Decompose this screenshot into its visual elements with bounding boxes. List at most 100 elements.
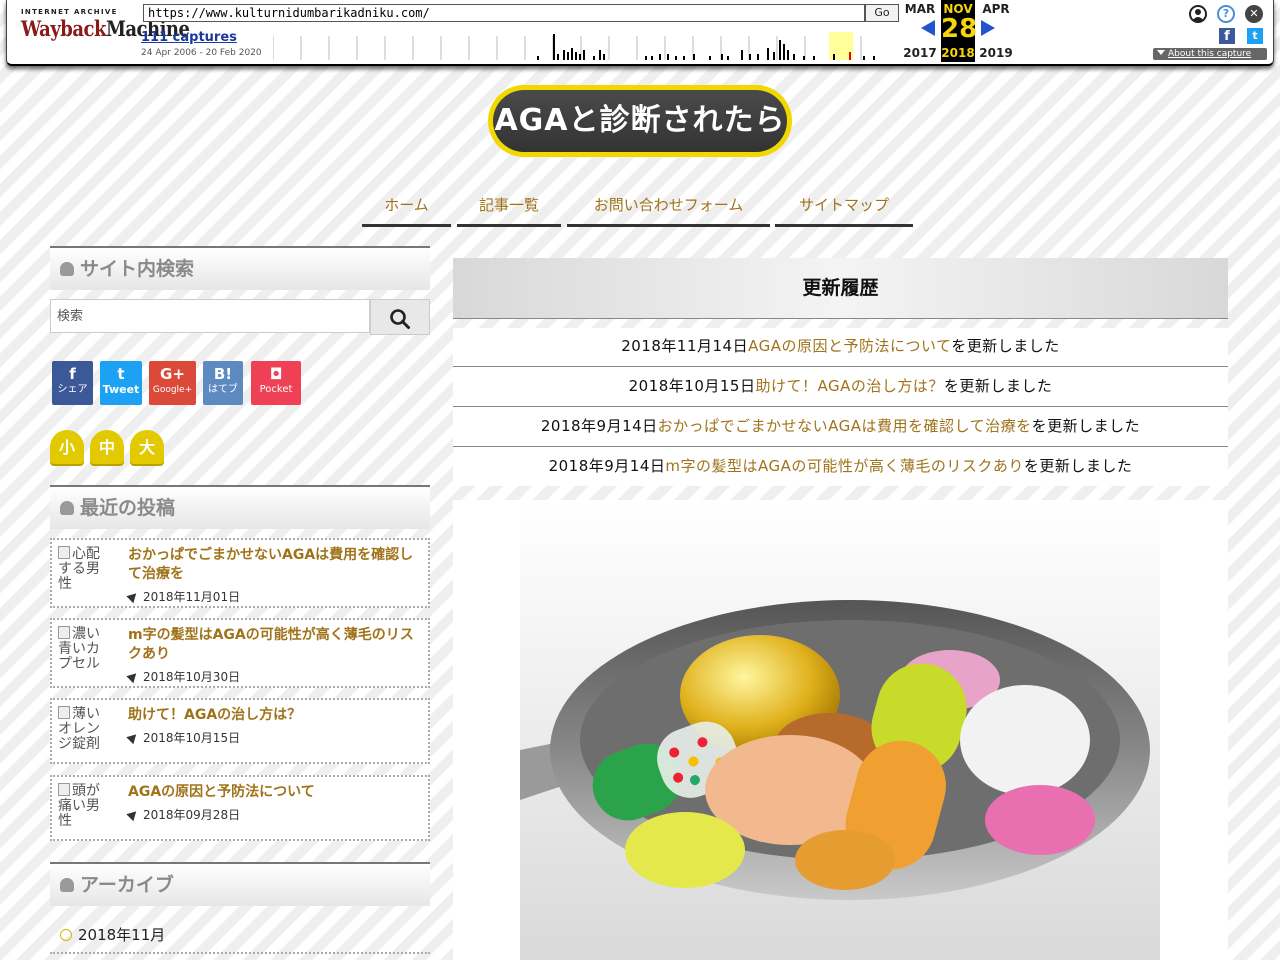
broken-image-icon	[58, 706, 70, 719]
wayback-capture-range: 24 Apr 2006 - 20 Feb 2020	[141, 48, 262, 58]
wayback-prev-month[interactable]: MAR	[903, 2, 937, 16]
wayback-url-input[interactable]: https://www.kulturnidumbarikadniku.com/	[143, 4, 865, 22]
update-date: 2018年10月15日	[628, 377, 756, 395]
update-link[interactable]: 助けて！AGAの治し方は？	[755, 377, 943, 395]
share-hatena-button[interactable]: B! はてブ	[203, 361, 243, 405]
wayback-go-button[interactable]: Go	[865, 4, 899, 22]
search-button[interactable]	[370, 299, 430, 335]
recent-post-item[interactable]: 濃い青いカプセル m字の髪型はAGAの可能性が高く薄毛のリスクあり 2018年1…	[50, 618, 430, 688]
search-widget-label: サイト内検索	[80, 258, 195, 280]
twitter-icon: t	[117, 365, 125, 383]
prev-capture-arrow-icon[interactable]	[921, 20, 935, 36]
post-date-text: 2018年10月30日	[143, 670, 241, 684]
recent-post-item[interactable]: 頭が痛い男性 AGAの原因と予防法について 2018年09月28日	[50, 775, 430, 841]
archive-label: アーカイブ	[80, 874, 174, 896]
archive-item[interactable]: 2018年11月	[50, 918, 430, 954]
post-date: 2018年10月30日	[126, 668, 241, 685]
grape-icon	[60, 501, 74, 515]
post-date: 2018年11月01日	[126, 588, 241, 605]
post-thumbnail[interactable]: 薄いオレンジ錠剤	[58, 706, 112, 752]
post-title-link[interactable]: 助けて！AGAの治し方は？	[128, 706, 426, 725]
recent-posts-title: 最近の投稿	[50, 485, 430, 529]
font-size-small-button[interactable]: 小	[50, 430, 84, 464]
update-suffix: を更新しました	[1031, 417, 1141, 435]
share-twitter-button[interactable]: t Tweet	[100, 361, 142, 405]
archive-item-label: 2018年11月	[78, 926, 166, 944]
chevron-down-icon	[1157, 50, 1165, 55]
broken-image-icon	[58, 783, 70, 796]
search-icon	[390, 309, 410, 329]
broken-image-icon	[58, 626, 70, 639]
grape-icon	[60, 262, 74, 276]
share-facebook-button[interactable]: f シェア	[52, 361, 93, 405]
wayback-next-year[interactable]: 2019	[979, 46, 1013, 60]
update-row: 2018年9月14日おかっぱでごまかせないAGAは費用を確認して治療をを更新しま…	[453, 408, 1228, 449]
help-icon[interactable]: ?	[1217, 5, 1235, 23]
recent-post-item[interactable]: 心配する男性 おかっぱでごまかせないAGAは費用を確認して治療を 2018年11…	[50, 538, 430, 608]
share-pocket-button[interactable]: ◘ Pocket	[251, 361, 301, 405]
post-title-link[interactable]: AGAの原因と予防法について	[128, 783, 426, 802]
nav-home[interactable]: ホーム	[362, 186, 451, 227]
recent-posts-label: 最近の投稿	[80, 497, 176, 519]
pin-icon	[126, 730, 140, 745]
share-facebook-label: シェア	[57, 384, 88, 395]
wayback-current-date: NOV 28 2018	[941, 0, 977, 62]
next-capture-arrow-icon[interactable]	[981, 20, 995, 36]
update-date: 2018年11月14日	[621, 337, 749, 355]
twitter-icon[interactable]: t	[1247, 28, 1263, 44]
google-plus-icon: G+	[160, 365, 185, 383]
wayback-next-month[interactable]: APR	[979, 2, 1013, 16]
pocket-icon: ◘	[269, 365, 283, 383]
update-link[interactable]: m字の髪型はAGAの可能性が高く薄毛のリスクあり	[665, 457, 1024, 475]
share-google-button[interactable]: G+ Google+	[149, 361, 196, 405]
font-size-medium-button[interactable]: 中	[90, 430, 124, 464]
nav-sitemap[interactable]: サイトマップ	[775, 186, 913, 227]
update-row: 2018年11月14日AGAの原因と予防法についてを更新しました	[453, 328, 1228, 369]
recent-post-item[interactable]: 薄いオレンジ錠剤 助けて！AGAの治し方は？ 2018年10月15日	[50, 698, 430, 764]
update-row: 2018年9月14日m字の髪型はAGAの可能性が高く薄毛のリスクありを更新しまし…	[453, 448, 1228, 486]
pills-illustration	[520, 600, 1150, 900]
wayback-logo-main: WaybackMachine	[21, 17, 190, 43]
facebook-icon[interactable]: f	[1219, 28, 1235, 44]
share-twitter-label: Tweet	[102, 383, 140, 396]
wayback-logo[interactable]: INTERNET ARCHIVE WaybackMachine	[21, 8, 190, 42]
update-row: 2018年10月15日助けて！AGAの治し方は？を更新しました	[453, 368, 1228, 409]
pin-icon	[126, 589, 140, 604]
user-icon[interactable]	[1189, 5, 1207, 23]
post-date: 2018年10月15日	[126, 729, 241, 746]
share-hatena-label: はてブ	[208, 384, 238, 395]
update-date: 2018年9月14日	[548, 457, 666, 475]
search-input[interactable]: 検索	[50, 299, 370, 333]
wayback-captures-link[interactable]: 111 captures	[141, 30, 237, 45]
updates-title: 更新履歴	[453, 258, 1228, 319]
update-date: 2018年9月14日	[540, 417, 658, 435]
about-capture-button[interactable]: About this capture	[1153, 48, 1267, 60]
share-google-label: Google+	[152, 385, 193, 395]
post-title-link[interactable]: m字の髪型はAGAの可能性が高く薄毛のリスクあり	[128, 626, 426, 664]
search-widget-title: サイト内検索	[50, 246, 430, 290]
pin-icon	[126, 669, 140, 684]
circle-bullet-icon	[60, 929, 72, 941]
post-title-link[interactable]: おかっぱでごまかせないAGAは費用を確認して治療を	[128, 546, 426, 584]
site-logo[interactable]: AGAと診断されたら	[488, 85, 792, 157]
wayback-sparkline[interactable]	[273, 32, 881, 60]
close-icon[interactable]: ✕	[1245, 5, 1263, 23]
nav-articles[interactable]: 記事一覧	[457, 186, 561, 227]
wayback-logo-top: INTERNET ARCHIVE	[21, 8, 118, 16]
site-title: AGAと診断されたら	[493, 90, 787, 152]
post-thumbnail[interactable]: 頭が痛い男性	[58, 783, 112, 829]
post-thumbnail[interactable]: 濃い青いカプセル	[58, 626, 112, 672]
post-thumbnail[interactable]: 心配する男性	[58, 546, 112, 592]
broken-image-icon	[58, 546, 70, 559]
hatena-icon: B!	[213, 365, 233, 383]
grape-icon	[60, 878, 74, 892]
wayback-prev-year[interactable]: 2017	[903, 46, 937, 60]
post-date-text: 2018年10月15日	[143, 731, 241, 745]
post-date-text: 2018年11月01日	[143, 590, 241, 604]
hero-image-pills	[520, 500, 1160, 960]
wayback-logo-a: Wayback	[21, 17, 106, 43]
update-link[interactable]: おかっぱでごまかせないAGAは費用を確認して治療を	[658, 417, 1032, 435]
update-link[interactable]: AGAの原因と予防法について	[748, 337, 951, 355]
nav-contact[interactable]: お問い合わせフォーム	[567, 186, 770, 227]
font-size-large-button[interactable]: 大	[130, 430, 164, 464]
